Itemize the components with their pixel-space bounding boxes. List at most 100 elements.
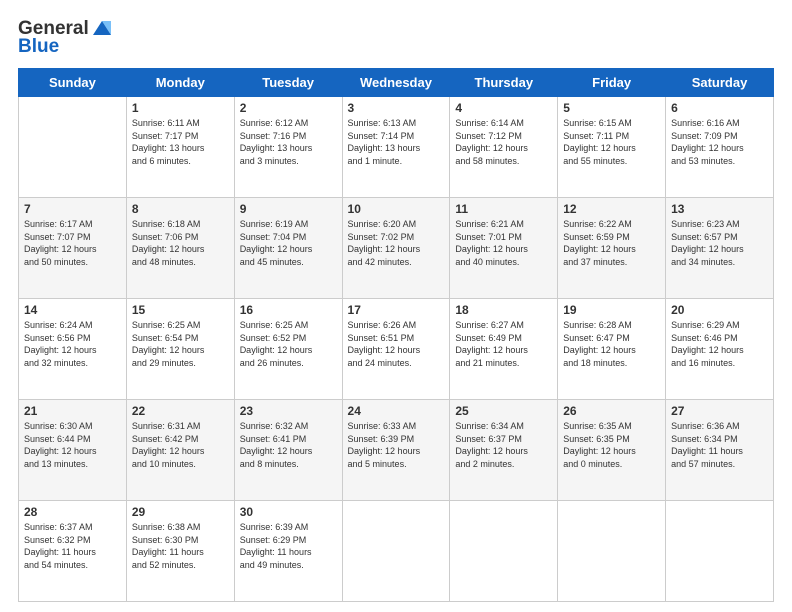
day-info: Sunrise: 6:29 AM Sunset: 6:46 PM Dayligh… — [671, 319, 768, 369]
day-number: 6 — [671, 101, 768, 115]
day-info: Sunrise: 6:38 AM Sunset: 6:30 PM Dayligh… — [132, 521, 229, 571]
calendar-cell — [19, 97, 127, 198]
col-header-thursday: Thursday — [450, 69, 558, 97]
calendar-cell: 10Sunrise: 6:20 AM Sunset: 7:02 PM Dayli… — [342, 198, 450, 299]
calendar-cell: 26 Sunrise: 6:35 AM Sunset: 6:35 PM Dayli… — [558, 400, 666, 501]
day-number: 14 — [24, 303, 121, 317]
calendar-cell: 28 Sunrise: 6:37 AM Sunset: 6:32 PM Dayli… — [19, 501, 127, 602]
calendar-cell: 4 Sunrise: 6:14 AM Sunset: 7:12 PM Daylig… — [450, 97, 558, 198]
header: General Blue — [18, 18, 774, 58]
calendar-cell: 22 Sunrise: 6:31 AM Sunset: 6:42 PM Dayli… — [126, 400, 234, 501]
day-info: Sunrise: 6:37 AM Sunset: 6:32 PM Dayligh… — [24, 521, 121, 571]
calendar-week-2: 7 Sunrise: 6:17 AM Sunset: 7:07 PM Daylig… — [19, 198, 774, 299]
calendar-week-1: 1Sunrise: 6:11 AM Sunset: 7:17 PM Daylig… — [19, 97, 774, 198]
day-info: Sunrise: 6:25 AM Sunset: 6:52 PM Dayligh… — [240, 319, 337, 369]
calendar-header-row: SundayMondayTuesdayWednesdayThursdayFrid… — [19, 69, 774, 97]
day-info: Sunrise: 6:28 AM Sunset: 6:47 PM Dayligh… — [563, 319, 660, 369]
logo: General Blue — [18, 18, 113, 58]
day-info: Sunrise: 6:32 AM Sunset: 6:41 PM Dayligh… — [240, 420, 337, 470]
day-number: 18 — [455, 303, 552, 317]
day-info: Sunrise: 6:22 AM Sunset: 6:59 PM Dayligh… — [563, 218, 660, 268]
day-info: Sunrise: 6:23 AM Sunset: 6:57 PM Dayligh… — [671, 218, 768, 268]
day-number: 5 — [563, 101, 660, 115]
day-info: Sunrise: 6:15 AM Sunset: 7:11 PM Dayligh… — [563, 117, 660, 167]
calendar-cell: 8 Sunrise: 6:18 AM Sunset: 7:06 PM Daylig… — [126, 198, 234, 299]
day-info: Sunrise: 6:17 AM Sunset: 7:07 PM Dayligh… — [24, 218, 121, 268]
calendar-cell: 25 Sunrise: 6:34 AM Sunset: 6:37 PM Dayli… — [450, 400, 558, 501]
col-header-wednesday: Wednesday — [342, 69, 450, 97]
calendar-cell: 13 Sunrise: 6:23 AM Sunset: 6:57 PM Dayli… — [666, 198, 774, 299]
calendar-cell: 23 Sunrise: 6:32 AM Sunset: 6:41 PM Dayli… — [234, 400, 342, 501]
calendar-cell — [450, 501, 558, 602]
day-number: 13 — [671, 202, 768, 216]
calendar-cell: 24 Sunrise: 6:33 AM Sunset: 6:39 PM Dayli… — [342, 400, 450, 501]
day-info: Sunrise: 6:27 AM Sunset: 6:49 PM Dayligh… — [455, 319, 552, 369]
calendar-week-3: 14 Sunrise: 6:24 AM Sunset: 6:56 PM Dayli… — [19, 299, 774, 400]
day-number: 22 — [132, 404, 229, 418]
day-number: 23 — [240, 404, 337, 418]
day-number: 4 — [455, 101, 552, 115]
calendar-cell: 3Sunrise: 6:13 AM Sunset: 7:14 PM Daylig… — [342, 97, 450, 198]
day-number: 12 — [563, 202, 660, 216]
calendar-cell: 7 Sunrise: 6:17 AM Sunset: 7:07 PM Daylig… — [19, 198, 127, 299]
calendar-cell: 14 Sunrise: 6:24 AM Sunset: 6:56 PM Dayli… — [19, 299, 127, 400]
calendar-week-5: 28 Sunrise: 6:37 AM Sunset: 6:32 PM Dayli… — [19, 501, 774, 602]
calendar-cell: 30 Sunrise: 6:39 AM Sunset: 6:29 PM Dayli… — [234, 501, 342, 602]
day-number: 24 — [348, 404, 445, 418]
day-number: 2 — [240, 101, 337, 115]
day-info: Sunrise: 6:33 AM Sunset: 6:39 PM Dayligh… — [348, 420, 445, 470]
day-info: Sunrise: 6:34 AM Sunset: 6:37 PM Dayligh… — [455, 420, 552, 470]
day-info: Sunrise: 6:18 AM Sunset: 7:06 PM Dayligh… — [132, 218, 229, 268]
calendar-table: SundayMondayTuesdayWednesdayThursdayFrid… — [18, 68, 774, 602]
day-number: 30 — [240, 505, 337, 519]
calendar-cell: 6 Sunrise: 6:16 AM Sunset: 7:09 PM Daylig… — [666, 97, 774, 198]
day-number: 16 — [240, 303, 337, 317]
calendar-week-4: 21Sunrise: 6:30 AM Sunset: 6:44 PM Dayli… — [19, 400, 774, 501]
calendar-cell: 21Sunrise: 6:30 AM Sunset: 6:44 PM Dayli… — [19, 400, 127, 501]
day-number: 15 — [132, 303, 229, 317]
logo-icon — [91, 17, 113, 39]
calendar-cell: 2 Sunrise: 6:12 AM Sunset: 7:16 PM Daylig… — [234, 97, 342, 198]
calendar-cell: 15 Sunrise: 6:25 AM Sunset: 6:54 PM Dayli… — [126, 299, 234, 400]
day-info: Sunrise: 6:11 AM Sunset: 7:17 PM Dayligh… — [132, 117, 229, 167]
day-info: Sunrise: 6:31 AM Sunset: 6:42 PM Dayligh… — [132, 420, 229, 470]
day-number: 25 — [455, 404, 552, 418]
day-number: 7 — [24, 202, 121, 216]
col-header-friday: Friday — [558, 69, 666, 97]
calendar-cell: 12 Sunrise: 6:22 AM Sunset: 6:59 PM Dayli… — [558, 198, 666, 299]
day-number: 27 — [671, 404, 768, 418]
calendar-cell: 1Sunrise: 6:11 AM Sunset: 7:17 PM Daylig… — [126, 97, 234, 198]
calendar-cell: 16 Sunrise: 6:25 AM Sunset: 6:52 PM Dayli… — [234, 299, 342, 400]
day-number: 19 — [563, 303, 660, 317]
day-info: Sunrise: 6:21 AM Sunset: 7:01 PM Dayligh… — [455, 218, 552, 268]
day-info: Sunrise: 6:20 AM Sunset: 7:02 PM Dayligh… — [348, 218, 445, 268]
calendar-cell: 27 Sunrise: 6:36 AM Sunset: 6:34 PM Dayli… — [666, 400, 774, 501]
day-number: 20 — [671, 303, 768, 317]
col-header-tuesday: Tuesday — [234, 69, 342, 97]
calendar-cell: 19 Sunrise: 6:28 AM Sunset: 6:47 PM Dayli… — [558, 299, 666, 400]
day-number: 11 — [455, 202, 552, 216]
day-number: 26 — [563, 404, 660, 418]
day-info: Sunrise: 6:19 AM Sunset: 7:04 PM Dayligh… — [240, 218, 337, 268]
day-info: Sunrise: 6:36 AM Sunset: 6:34 PM Dayligh… — [671, 420, 768, 470]
day-number: 28 — [24, 505, 121, 519]
day-info: Sunrise: 6:39 AM Sunset: 6:29 PM Dayligh… — [240, 521, 337, 571]
day-info: Sunrise: 6:16 AM Sunset: 7:09 PM Dayligh… — [671, 117, 768, 167]
calendar-cell — [666, 501, 774, 602]
day-info: Sunrise: 6:24 AM Sunset: 6:56 PM Dayligh… — [24, 319, 121, 369]
calendar-cell: 18 Sunrise: 6:27 AM Sunset: 6:49 PM Dayli… — [450, 299, 558, 400]
day-info: Sunrise: 6:26 AM Sunset: 6:51 PM Dayligh… — [348, 319, 445, 369]
calendar-cell: 17Sunrise: 6:26 AM Sunset: 6:51 PM Dayli… — [342, 299, 450, 400]
day-info: Sunrise: 6:13 AM Sunset: 7:14 PM Dayligh… — [348, 117, 445, 167]
day-number: 9 — [240, 202, 337, 216]
day-info: Sunrise: 6:12 AM Sunset: 7:16 PM Dayligh… — [240, 117, 337, 167]
day-number: 29 — [132, 505, 229, 519]
col-header-saturday: Saturday — [666, 69, 774, 97]
day-info: Sunrise: 6:25 AM Sunset: 6:54 PM Dayligh… — [132, 319, 229, 369]
day-number: 8 — [132, 202, 229, 216]
col-header-sunday: Sunday — [19, 69, 127, 97]
day-info: Sunrise: 6:35 AM Sunset: 6:35 PM Dayligh… — [563, 420, 660, 470]
col-header-monday: Monday — [126, 69, 234, 97]
day-info: Sunrise: 6:14 AM Sunset: 7:12 PM Dayligh… — [455, 117, 552, 167]
day-info: Sunrise: 6:30 AM Sunset: 6:44 PM Dayligh… — [24, 420, 121, 470]
